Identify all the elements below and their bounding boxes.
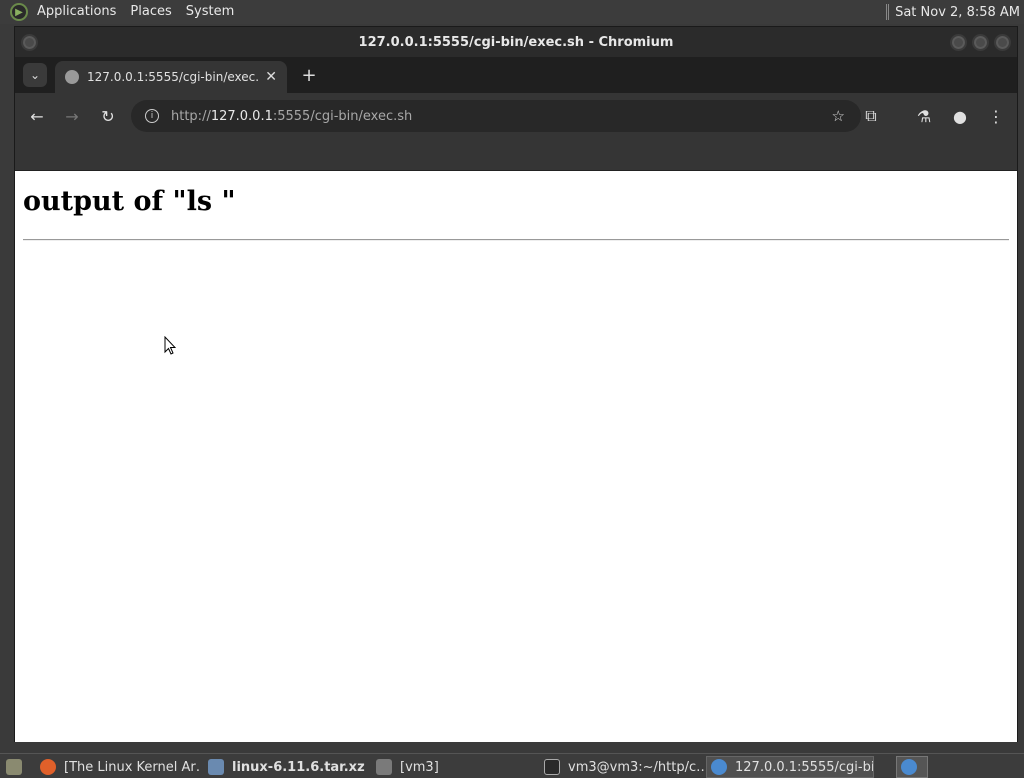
taskbar-item-terminal[interactable]: vm3@vm3:~/http/c…: [540, 756, 704, 778]
site-info-icon[interactable]: i: [145, 109, 159, 123]
tab-title: 127.0.0.1:5555/cgi-bin/exec.sh: [87, 70, 260, 84]
mouse-cursor-icon: [164, 336, 176, 355]
clock[interactable]: Sat Nov 2, 8:58 AM: [895, 5, 1020, 20]
maximize-button[interactable]: [972, 34, 989, 51]
back-arrow-icon[interactable]: ←: [25, 104, 49, 128]
reload-icon[interactable]: ↻: [96, 104, 120, 128]
browser-toolbar: ← → ↻ i http://127.0.0.1:5555/cgi-bin/ex…: [15, 93, 1017, 139]
tab-active[interactable]: 127.0.0.1:5555/cgi-bin/exec.sh ✕: [55, 61, 287, 93]
places-menu[interactable]: Places: [123, 0, 178, 24]
distro-logo-icon[interactable]: ▶: [10, 3, 28, 21]
taskbar-item-label: 127.0.0.1:5555/cgi-bi…: [735, 759, 874, 775]
close-tab-icon[interactable]: ✕: [265, 69, 277, 85]
url-scheme: http://: [171, 108, 211, 124]
taskbar-item-label: vm3@vm3:~/http/c…: [568, 759, 704, 775]
workspace-switcher[interactable]: [896, 756, 928, 778]
workspace-chromium-icon: [901, 759, 917, 775]
desktop-icon: [6, 759, 22, 775]
show-desktop-button[interactable]: [2, 756, 28, 778]
window-titlebar[interactable]: 127.0.0.1:5555/cgi-bin/exec.sh - Chromiu…: [15, 27, 1017, 57]
firefox-icon: [40, 759, 56, 775]
minimize-button[interactable]: [950, 34, 967, 51]
window-title: 127.0.0.1:5555/cgi-bin/exec.sh - Chromiu…: [358, 34, 674, 50]
taskbar-item-chromium[interactable]: 127.0.0.1:5555/cgi-bi…: [706, 756, 874, 778]
url-path: :5555/cgi-bin/exec.sh: [272, 108, 413, 124]
page-content: output of "ls ": [15, 176, 1017, 742]
tab-search-chevron-icon[interactable]: ⌄: [23, 63, 47, 87]
taskbar-item-label: [The Linux Kernel Ar…: [64, 759, 200, 775]
top-panel: ▶ Applications Places System Sat Nov 2, …: [0, 0, 1024, 24]
panel-menus: Applications Places System: [30, 0, 241, 24]
profile-avatar-icon[interactable]: ●: [948, 104, 972, 128]
chromium-icon: [711, 759, 727, 775]
terminal-icon: [544, 759, 560, 775]
taskbar-item-archive[interactable]: linux-6.11.6.tar.xz: [204, 756, 368, 778]
taskbar-item-label: linux-6.11.6.tar.xz: [232, 759, 365, 775]
clock-area: Sat Nov 2, 8:58 AM: [886, 0, 1020, 24]
tab-strip: ⌄ 127.0.0.1:5555/cgi-bin/exec.sh ✕ +: [15, 57, 1017, 93]
panel-separator: [886, 4, 890, 20]
page-heading: output of "ls ": [23, 186, 236, 217]
archive-icon: [208, 759, 224, 775]
system-menu[interactable]: System: [179, 0, 241, 24]
forward-arrow-icon[interactable]: →: [60, 104, 84, 128]
window-menu-button[interactable]: [21, 34, 38, 51]
more-menu-icon[interactable]: ⋮: [984, 104, 1008, 128]
bottom-taskbar: [The Linux Kernel Ar… linux-6.11.6.tar.x…: [0, 753, 1024, 778]
url-host: 127.0.0.1: [210, 108, 273, 124]
applications-menu[interactable]: Applications: [30, 0, 123, 24]
bookmarks-bar: [15, 139, 1017, 171]
folder-icon: [376, 759, 392, 775]
taskbar-item-folder[interactable]: [vm3]: [372, 756, 536, 778]
bookmark-star-icon[interactable]: ☆: [832, 107, 845, 125]
new-tab-plus-icon[interactable]: +: [297, 63, 321, 87]
address-bar[interactable]: i http://127.0.0.1:5555/cgi-bin/exec.sh …: [131, 100, 861, 132]
horizontal-rule: [23, 239, 1009, 241]
browser-window: 127.0.0.1:5555/cgi-bin/exec.sh - Chromiu…: [14, 26, 1018, 742]
labs-flask-icon[interactable]: ⚗: [912, 104, 936, 128]
taskbar-item-label: [vm3]: [400, 759, 439, 775]
close-window-button[interactable]: [994, 34, 1011, 51]
globe-icon: [65, 70, 79, 84]
extensions-puzzle-icon[interactable]: ⧉: [859, 104, 883, 128]
taskbar-item-firefox[interactable]: [The Linux Kernel Ar…: [36, 756, 200, 778]
